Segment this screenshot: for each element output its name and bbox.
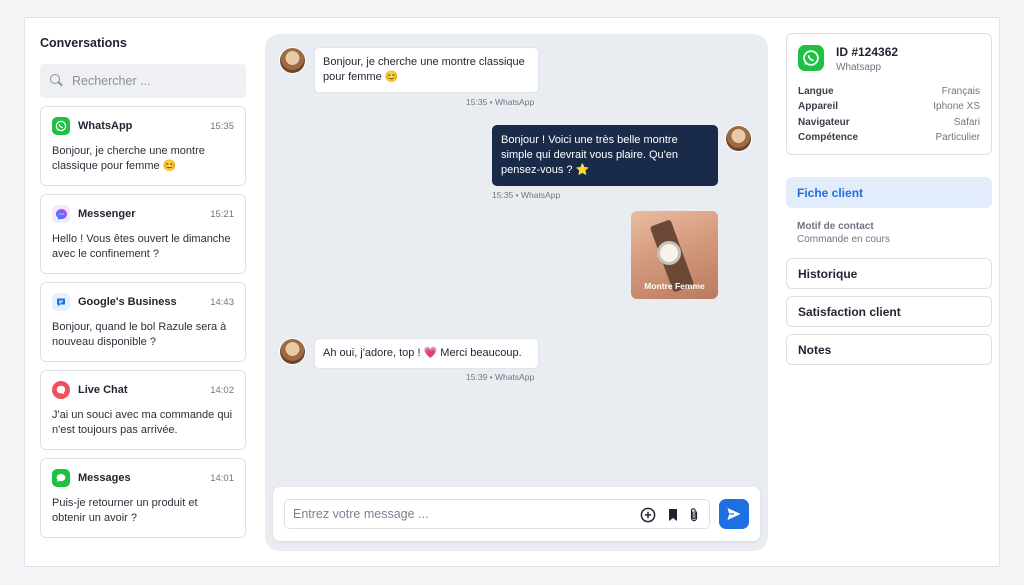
info-row-langue: Langue Français — [798, 86, 980, 101]
conversation-time: 15:21 — [210, 208, 234, 220]
message-meta: 15:39 • WhatsApp — [466, 372, 535, 382]
google-business-icon — [52, 293, 70, 311]
conversation-time: 14:02 — [210, 384, 234, 396]
whatsapp-icon — [52, 117, 70, 135]
chat-panel: Bonjour, je cherche une montre classique… — [265, 34, 768, 551]
conversation-time: 15:35 — [210, 120, 234, 132]
agent-avatar — [725, 125, 752, 152]
info-row-appareil: Appareil Iphone XS — [798, 101, 980, 116]
send-button[interactable] — [719, 499, 749, 529]
contact-reason-value: Commande en cours — [797, 234, 890, 245]
product-image-label: Montre Femme — [644, 281, 705, 291]
conversation-item-messenger[interactable]: Messenger 15:21 Hello ! Vous êtes ouvert… — [40, 194, 246, 274]
info-row-competence: Compétence Particulier — [798, 132, 980, 147]
info-value: Particulier — [935, 131, 980, 143]
conversation-channel: Messages — [78, 472, 131, 484]
conversation-preview: Bonjour, quand le bol Razule sera à nouv… — [52, 321, 227, 348]
whatsapp-icon — [798, 45, 824, 71]
messages-icon — [52, 469, 70, 487]
conversation-time: 14:01 — [210, 472, 234, 484]
info-row-navigateur: Navigateur Safari — [798, 117, 980, 132]
search-box[interactable] — [40, 64, 246, 98]
client-id: ID #124362 — [836, 45, 899, 59]
message-bubble-customer: Ah oui, j'adore, top ! 💗 Merci beaucoup. — [314, 338, 539, 369]
conversation-item-google-business[interactable]: Google's Business 14:43 Bonjour, quand l… — [40, 282, 246, 362]
live-chat-icon — [52, 381, 70, 399]
search-icon — [50, 74, 64, 88]
conversation-channel: Messenger — [78, 208, 136, 220]
conversation-preview: Puis-je retourner un produit et obtenir … — [52, 497, 198, 524]
conversation-channel: WhatsApp — [78, 120, 133, 132]
message-meta: 15:35 • WhatsApp — [492, 190, 561, 200]
section-historique[interactable]: Historique — [786, 258, 992, 289]
message-meta: 15:35 • WhatsApp — [466, 97, 535, 107]
client-panel: ID #124362 Whatsapp Langue Français Appa… — [786, 33, 992, 372]
info-value: Safari — [953, 116, 980, 128]
watch-face — [657, 241, 681, 265]
message-input-box[interactable] — [284, 499, 710, 529]
client-channel: Whatsapp — [836, 62, 882, 73]
section-satisfaction-client[interactable]: Satisfaction client — [786, 296, 992, 327]
conversation-channel: Google's Business — [78, 296, 177, 308]
conversation-time: 14:43 — [210, 296, 234, 308]
message-input[interactable] — [293, 507, 623, 521]
conversation-item-messages[interactable]: Messages 14:01 Puis-je retourner un prod… — [40, 458, 246, 538]
info-value: Iphone XS — [933, 101, 980, 113]
customer-avatar — [279, 338, 306, 365]
conversation-item-live-chat[interactable]: Live Chat 14:02 J'ai un souci avec ma co… — [40, 370, 246, 450]
conversation-preview: J'ai un souci avec ma commande qui n'est… — [52, 409, 233, 436]
info-key: Langue — [798, 86, 834, 97]
client-id-card: ID #124362 Whatsapp Langue Français Appa… — [786, 33, 992, 155]
contact-reason: Motif de contact Commande en cours — [786, 221, 992, 245]
paperclip-icon[interactable] — [686, 507, 702, 523]
conversations-title: Conversations — [40, 36, 127, 50]
section-notes[interactable]: Notes — [786, 334, 992, 365]
conversation-channel: Live Chat — [78, 384, 128, 396]
info-key: Appareil — [798, 101, 839, 113]
conversation-preview: Bonjour, je cherche une montre classique… — [52, 145, 205, 172]
customer-avatar — [279, 47, 306, 74]
contact-reason-label: Motif de contact — [797, 221, 874, 232]
info-key: Navigateur — [798, 116, 850, 128]
send-icon — [727, 508, 741, 520]
message-bubble-agent: Bonjour ! Voici une très belle montre si… — [492, 125, 718, 186]
product-image-watch[interactable]: Montre Femme — [631, 211, 718, 299]
conversations-panel: Conversations WhatsApp 15:35 Bonjour, je… — [40, 36, 246, 546]
conversation-list: WhatsApp 15:35 Bonjour, je cherche une m… — [40, 106, 246, 538]
app-frame: Conversations WhatsApp 15:35 Bonjour, je… — [24, 17, 1000, 567]
bookmark-icon[interactable] — [665, 507, 681, 523]
conversation-item-whatsapp[interactable]: WhatsApp 15:35 Bonjour, je cherche une m… — [40, 106, 246, 186]
add-circle-icon[interactable] — [640, 507, 656, 523]
client-info-table: Langue Français Appareil Iphone XS Navig… — [798, 86, 980, 147]
info-key: Compétence — [798, 131, 859, 143]
search-input[interactable] — [72, 74, 222, 88]
info-value: Français — [941, 86, 980, 97]
messenger-icon — [52, 205, 70, 223]
message-composer — [273, 487, 760, 541]
message-bubble-customer: Bonjour, je cherche une montre classique… — [314, 47, 539, 93]
tab-fiche-client[interactable]: Fiche client — [786, 177, 992, 208]
conversation-preview: Hello ! Vous êtes ouvert le dimanche ave… — [52, 233, 231, 260]
